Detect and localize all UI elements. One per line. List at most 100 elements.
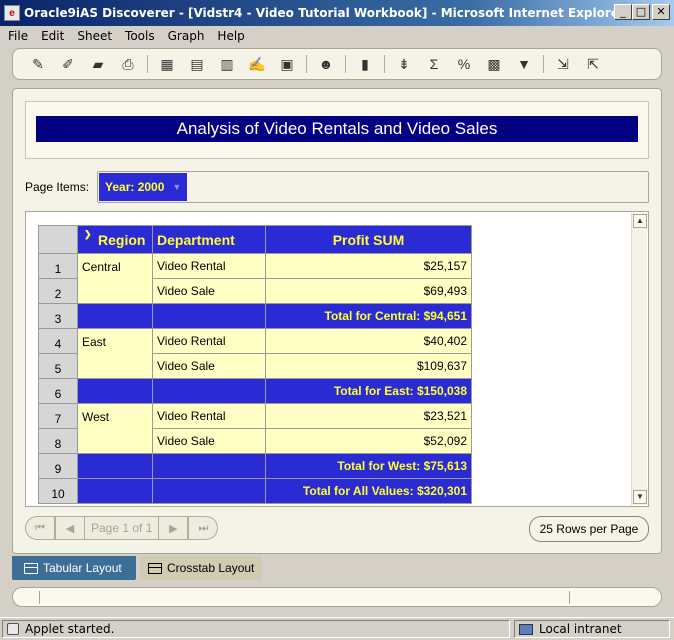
browser-status-bar: Applet started. Local intranet (0, 617, 674, 640)
total-blank-cell (152, 453, 266, 479)
row-number: 1 (38, 253, 78, 279)
grand-total-row: 10 Total for All Values: $320,301 (38, 478, 472, 504)
worksheet-frame: Analysis of Video Rentals and Video Sale… (12, 88, 662, 554)
year-select-value: Year: 2000 (105, 180, 165, 194)
calculator-icon[interactable]: ▩ (482, 52, 506, 76)
window-controls: _ □ ✕ (614, 4, 670, 20)
report-title: Analysis of Video Rentals and Video Sale… (36, 116, 638, 142)
data-grid-panel: ❯ Region Department Profit SUM 1 Central… (25, 211, 649, 507)
column-header-region[interactable]: ❯ Region (77, 225, 153, 254)
profit-cell[interactable]: $69,493 (265, 278, 472, 304)
tab-tabular-label: Tabular Layout (43, 561, 122, 575)
security-zone-pane[interactable]: Local intranet (514, 620, 670, 638)
department-cell[interactable]: Video Sale (152, 428, 266, 454)
total-blank-cell (152, 303, 266, 329)
profit-cell[interactable]: $52,092 (265, 428, 472, 454)
total-blank-cell (77, 453, 153, 479)
title-panel: Analysis of Video Rentals and Video Sale… (25, 101, 649, 159)
menu-sheet[interactable]: Sheet (77, 29, 112, 43)
row-number: 7 (38, 403, 78, 429)
column-header-profit[interactable]: Profit SUM (265, 225, 472, 254)
save-icon[interactable]: ▰ (86, 52, 110, 76)
menu-bar: File Edit Sheet Tools Graph Help (0, 26, 674, 46)
sum-icon[interactable]: Σ (422, 52, 446, 76)
department-cell[interactable]: Video Rental (152, 253, 266, 279)
print-icon[interactable]: ⎙ (116, 52, 140, 76)
divider (39, 591, 40, 604)
scroll-down-icon[interactable]: ▼ (633, 490, 647, 504)
profit-cell[interactable]: $23,521 (265, 403, 472, 429)
row-number: 3 (38, 303, 78, 329)
menu-help[interactable]: Help (217, 29, 244, 43)
last-page-button[interactable]: ⏭ (188, 516, 219, 540)
data-table: ❯ Region Department Profit SUM 1 Central… (38, 225, 472, 504)
crosstab-icon[interactable]: ▥ (215, 52, 239, 76)
department-cell[interactable]: Video Sale (152, 353, 266, 379)
scroll-thumb[interactable] (633, 233, 647, 483)
year-page-item-select[interactable]: Year: 2000 ▼ (99, 173, 187, 201)
profit-cell[interactable]: $109,637 (265, 353, 472, 379)
graph-icon[interactable]: ▮ (353, 52, 377, 76)
wizard-icon[interactable]: ☻ (314, 52, 338, 76)
menu-file[interactable]: File (8, 29, 28, 43)
total-cell[interactable]: Total for East: $150,038 (265, 378, 472, 404)
row-number: 4 (38, 328, 78, 354)
percent-icon[interactable]: % (452, 52, 476, 76)
close-button[interactable]: ✕ (652, 4, 670, 20)
security-zone-label: Local intranet (539, 622, 622, 636)
previous-page-button[interactable]: ◀ (55, 516, 85, 540)
bottom-status-pill (12, 587, 662, 607)
region-cell[interactable]: Central (77, 253, 153, 304)
window-title: Oracle9iAS Discoverer - [Vidstr4 - Video… (24, 6, 625, 20)
ie-app-icon[interactable]: e (4, 5, 20, 21)
drill-icon[interactable]: ⇟ (392, 52, 416, 76)
page-status-icon (7, 623, 19, 635)
tab-crosstab-layout[interactable]: Crosstab Layout (140, 556, 262, 580)
minimize-button[interactable]: _ (614, 4, 632, 20)
maximize-button[interactable]: □ (632, 4, 650, 20)
page-indicator: Page 1 of 1 (85, 516, 159, 540)
profit-cell[interactable]: $40,402 (265, 328, 472, 354)
vertical-scrollbar[interactable]: ▲ ▼ (631, 213, 647, 505)
profit-cell[interactable]: $25,157 (265, 253, 472, 279)
total-cell[interactable]: Total for West: $75,613 (265, 453, 472, 479)
layout-icon[interactable]: ▣ (275, 52, 299, 76)
scroll-up-icon[interactable]: ▲ (633, 214, 647, 228)
expand-chevron-icon[interactable]: ❯ (84, 229, 92, 240)
department-cell[interactable]: Video Rental (152, 403, 266, 429)
rows-per-page-button[interactable]: 25 Rows per Page (529, 516, 649, 542)
region-cell[interactable]: West (77, 403, 153, 454)
region-cell[interactable]: East (77, 328, 153, 379)
toolbar-separator (384, 55, 385, 73)
menu-tools[interactable]: Tools (125, 29, 155, 43)
menu-edit[interactable]: Edit (41, 29, 64, 43)
total-blank-cell (152, 478, 266, 504)
page-setup-icon[interactable]: ✍ (245, 52, 269, 76)
table-row: 4 East Video Rental $40,402 (38, 328, 472, 379)
filter-icon[interactable]: ▼ (512, 52, 536, 76)
new-icon[interactable]: ✎ (26, 52, 50, 76)
table-layout-icon (24, 562, 38, 574)
total-row: 3 Total for Central: $94,651 (38, 303, 472, 329)
department-cell[interactable]: Video Sale (152, 278, 266, 304)
table-icon[interactable]: ▤ (185, 52, 209, 76)
import-icon[interactable]: ⇱ (581, 52, 605, 76)
table-row: 7 West Video Rental $23,521 (38, 403, 472, 454)
column-header-department[interactable]: Department (152, 225, 266, 254)
next-page-button[interactable]: ▶ (158, 516, 189, 540)
tab-tabular-layout[interactable]: Tabular Layout (12, 556, 136, 580)
total-row: 9 Total for West: $75,613 (38, 453, 472, 479)
toolbar-separator (147, 55, 148, 73)
export-icon[interactable]: ⇲ (551, 52, 575, 76)
toolbar-separator (345, 55, 346, 73)
row-number: 6 (38, 378, 78, 404)
menu-graph[interactable]: Graph (168, 29, 205, 43)
open-icon[interactable]: ✐ (56, 52, 80, 76)
status-message: Applet started. (25, 622, 115, 636)
first-page-button[interactable]: ⏮ (25, 516, 55, 540)
department-cell[interactable]: Video Rental (152, 328, 266, 354)
grand-total-cell[interactable]: Total for All Values: $320,301 (265, 478, 472, 504)
total-cell[interactable]: Total for Central: $94,651 (265, 303, 472, 329)
edit-sheet-icon[interactable]: ▦ (155, 52, 179, 76)
total-blank-cell (77, 303, 153, 329)
